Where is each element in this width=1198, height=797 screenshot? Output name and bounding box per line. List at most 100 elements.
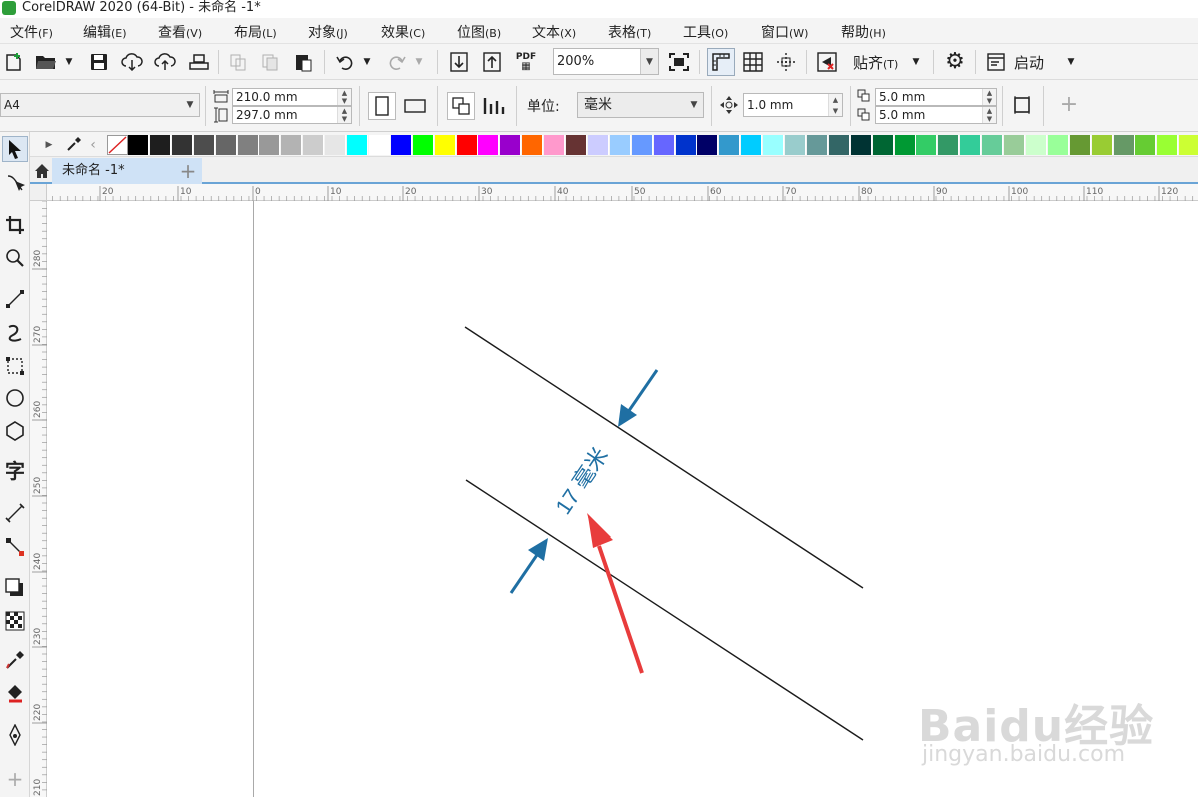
current-page-icon[interactable] xyxy=(480,92,508,120)
artistic-media-tool-icon[interactable] xyxy=(2,320,28,346)
menu-object[interactable]: 对象(J) xyxy=(308,22,348,42)
duplicate-x-spinner[interactable]: ▲ ▼ xyxy=(982,89,996,105)
snap-dropdown-icon[interactable]: ▼ xyxy=(908,50,924,74)
redo-icon[interactable] xyxy=(385,50,409,74)
crop-tool-icon[interactable] xyxy=(2,212,28,238)
home-icon[interactable] xyxy=(32,161,52,181)
print-icon[interactable] xyxy=(186,50,212,74)
palette-swatch[interactable] xyxy=(1179,135,1198,155)
palette-swatch[interactable] xyxy=(193,135,215,155)
palette-swatch[interactable] xyxy=(828,135,850,155)
palette-swatch[interactable] xyxy=(1004,135,1025,155)
palette-swatch[interactable] xyxy=(719,135,741,155)
vertical-ruler[interactable]: 280 270 260 250 240 230 220 210 xyxy=(30,201,47,797)
publish-pdf-icon[interactable]: PDF ▦ xyxy=(513,50,539,74)
palette-swatch[interactable] xyxy=(390,135,412,155)
palette-swatch[interactable] xyxy=(1157,135,1179,155)
new-document-icon[interactable] xyxy=(2,50,26,74)
palette-swatch[interactable] xyxy=(653,135,675,155)
menu-edit[interactable]: 编辑(E) xyxy=(83,22,127,42)
page-height-spinner[interactable]: ▲ ▼ xyxy=(337,107,351,123)
palette-swatch[interactable] xyxy=(456,135,478,155)
transparency-tool-icon[interactable] xyxy=(2,608,28,634)
palette-swatch[interactable] xyxy=(741,135,763,155)
polygon-tool-icon[interactable] xyxy=(2,418,28,444)
interactive-fill-tool-icon[interactable] xyxy=(2,680,28,706)
duplicate-y-field[interactable]: 5.0 mm xyxy=(875,106,997,124)
palette-swatch[interactable] xyxy=(171,135,193,155)
palette-swatch[interactable] xyxy=(1091,135,1113,155)
paste-icon[interactable] xyxy=(291,50,315,74)
menu-text[interactable]: 文本(X) xyxy=(532,22,576,42)
palette-swatch[interactable] xyxy=(544,135,566,155)
menu-file[interactable]: 文件(F) xyxy=(10,22,53,42)
dimension-tool-icon[interactable] xyxy=(2,500,28,526)
page-height-field[interactable]: 297.0 mm xyxy=(232,106,352,124)
palette-swatch[interactable] xyxy=(1113,135,1135,155)
menu-layout[interactable]: 布局(L) xyxy=(234,22,277,42)
palette-swatch[interactable] xyxy=(1135,135,1157,155)
cut-icon[interactable] xyxy=(226,50,250,74)
page-width-spinner[interactable]: ▲ ▼ xyxy=(337,89,351,105)
menu-tools[interactable]: 工具(O) xyxy=(683,22,728,42)
palette-swatch[interactable] xyxy=(1047,135,1069,155)
palette-swatch[interactable] xyxy=(1069,135,1091,155)
options-gear-icon[interactable]: ⚙ xyxy=(942,50,968,74)
page-width-field[interactable]: 210.0 mm xyxy=(232,88,352,106)
open-folder-icon[interactable] xyxy=(33,50,59,74)
nudge-spinner[interactable]: ▲ ▼ xyxy=(828,94,842,116)
rectangle-tool-icon[interactable] xyxy=(2,353,28,379)
no-color-swatch[interactable] xyxy=(107,135,128,155)
palette-swatch[interactable] xyxy=(149,135,171,155)
palette-swatch[interactable] xyxy=(237,135,259,155)
freehand-tool-icon[interactable] xyxy=(2,286,28,312)
drop-shadow-tool-icon[interactable] xyxy=(2,575,28,601)
palette-scroll-left-icon[interactable]: ‹ xyxy=(88,136,98,154)
zoom-dropdown-icon[interactable]: ▼ xyxy=(640,49,658,74)
palette-swatch[interactable] xyxy=(916,135,938,155)
parallel-line-top[interactable] xyxy=(464,326,864,589)
show-guidelines-icon[interactable] xyxy=(773,50,799,74)
palette-swatch[interactable] xyxy=(368,135,390,155)
launch-label[interactable]: 启动 xyxy=(1014,52,1044,73)
snap-to-menu[interactable]: 贴齐(T) xyxy=(853,52,898,73)
all-pages-icon[interactable] xyxy=(447,92,475,120)
pick-tool-icon[interactable] xyxy=(2,136,28,162)
export-icon[interactable] xyxy=(480,50,504,74)
dimension-arrow-top[interactable] xyxy=(618,369,659,427)
palette-swatch[interactable] xyxy=(281,135,303,155)
menu-view[interactable]: 查看(V) xyxy=(158,22,202,42)
full-screen-icon[interactable] xyxy=(666,50,692,74)
palette-swatch[interactable] xyxy=(960,135,982,155)
palette-swatch[interactable] xyxy=(938,135,960,155)
cloud-upload-icon[interactable] xyxy=(152,50,178,74)
show-grid-icon[interactable] xyxy=(740,50,766,74)
copy-icon[interactable] xyxy=(258,50,282,74)
menu-table[interactable]: 表格(T) xyxy=(608,22,651,42)
ruler-origin-corner[interactable] xyxy=(30,184,47,201)
palette-expand-icon[interactable]: ▶ xyxy=(44,137,54,153)
palette-swatch[interactable] xyxy=(412,135,434,155)
palette-swatch[interactable] xyxy=(434,135,456,155)
shape-tool-icon[interactable] xyxy=(2,170,28,196)
add-tool-plus-icon[interactable]: + xyxy=(2,766,28,792)
connector-tool-icon[interactable] xyxy=(2,534,28,560)
palette-swatch[interactable] xyxy=(347,135,368,155)
palette-eyedropper-icon[interactable] xyxy=(64,134,84,154)
application-launcher-icon[interactable] xyxy=(984,50,1008,74)
page-size-dropdown-icon[interactable]: ▼ xyxy=(181,94,199,116)
text-tool-icon[interactable]: 字 xyxy=(2,458,28,484)
unit-dropdown-icon[interactable]: ▼ xyxy=(685,93,703,117)
palette-swatch[interactable] xyxy=(325,135,347,155)
palette-swatch[interactable] xyxy=(259,135,281,155)
palette-swatch[interactable] xyxy=(697,135,719,155)
zoom-tool-icon[interactable] xyxy=(2,245,28,271)
menu-effects[interactable]: 效果(C) xyxy=(381,22,425,42)
palette-swatch[interactable] xyxy=(566,135,587,155)
parallel-line-bottom[interactable] xyxy=(465,479,864,741)
open-dropdown-icon[interactable]: ▼ xyxy=(62,50,76,74)
palette-swatch[interactable] xyxy=(500,135,522,155)
menu-help[interactable]: 帮助(H) xyxy=(841,22,886,42)
new-tab-plus-icon[interactable]: + xyxy=(176,159,200,183)
palette-swatch[interactable] xyxy=(522,135,544,155)
